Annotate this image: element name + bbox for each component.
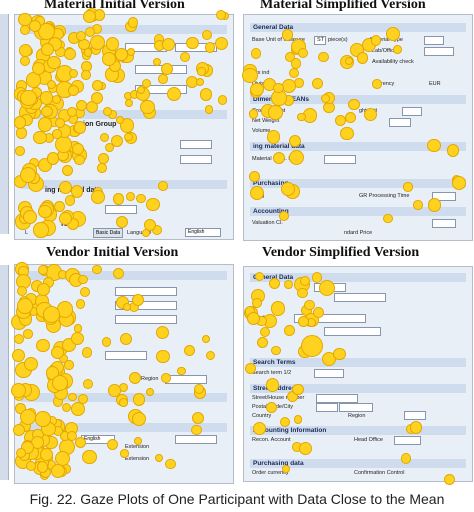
- label-region: Region: [141, 376, 159, 382]
- field: [175, 43, 217, 52]
- field: [115, 315, 177, 324]
- label-confirmation: Confirmation Control: [354, 470, 405, 476]
- label-vendor: Vendor: [252, 315, 270, 321]
- label-lab-office: Lab/Office: [372, 48, 397, 54]
- label-division: Division: [252, 81, 272, 87]
- material-initial-panel: ion Group ing material data Texts L Basi…: [14, 14, 234, 240]
- label-material-pack: Material Pack. Mat.: [252, 156, 300, 162]
- label-tax: Tax ind: [252, 70, 270, 76]
- label-texts: Texts: [60, 221, 78, 228]
- label-order-currency: Order currency: [252, 470, 289, 476]
- left-edge-strip-2: [0, 265, 9, 480]
- label-standard-price: ndard Price: [344, 230, 373, 236]
- label-postal: Postal Code/City: [252, 404, 293, 410]
- label-language: Language: [127, 230, 152, 236]
- field: [180, 140, 212, 149]
- field: [316, 394, 358, 403]
- section-purchasing: Purchasing: [250, 179, 466, 188]
- field: [432, 219, 456, 228]
- field: [394, 436, 421, 445]
- label-recon-account: Recon. Account: [252, 437, 291, 443]
- label-region: Region: [348, 413, 366, 419]
- left-edge-strip: [0, 14, 9, 234]
- field: [334, 293, 386, 302]
- field: [424, 47, 454, 56]
- field: [105, 205, 137, 214]
- section-ing-material-data: ing material data: [250, 142, 466, 151]
- field: [135, 85, 187, 94]
- label-eur: EUR: [429, 81, 441, 87]
- field: [404, 411, 426, 420]
- label-material-type: Material Type: [370, 37, 403, 43]
- field: [314, 369, 344, 378]
- label-weight-unit: ght unit: [359, 108, 378, 114]
- material-simplified-panel: General Data Base Unit of Measure ST pie…: [243, 14, 473, 241]
- section-street-address: Street Address: [250, 384, 466, 393]
- section-search-terms: Search Terms: [250, 358, 466, 367]
- field: [105, 351, 147, 360]
- label-head-office: Head Office: [354, 437, 383, 443]
- section-header-1: [21, 25, 227, 34]
- section-accounting-info: Accounting Information: [250, 426, 466, 435]
- section-dimensions: Dimensions/EANs: [250, 95, 466, 104]
- language-select[interactable]: English: [81, 435, 115, 444]
- label-extension-2: Extension: [125, 456, 150, 462]
- vendor-initial-title: Vendor Initial Version: [46, 245, 179, 260]
- basic-data-button[interactable]: Basic Data: [93, 228, 124, 238]
- material-initial-title: Material Initial Version: [44, 0, 185, 12]
- section-header-1: [21, 271, 227, 280]
- section-purchasing-data: Purchasing data: [250, 459, 466, 468]
- label-ing-material-data: ing material data: [45, 187, 101, 194]
- vendor-simplified-panel: General Data Vendor Search Terms Search …: [243, 266, 473, 482]
- vendor-initial-panel: Region English Extension Extension: [14, 264, 234, 484]
- section-general-data: General Data: [250, 23, 466, 32]
- field: [324, 327, 381, 336]
- section-header-2: [21, 110, 227, 119]
- label-pieces: piece(s): [328, 37, 348, 43]
- label-ion-group: ion Group: [83, 121, 117, 128]
- field: [314, 283, 346, 292]
- field: [316, 403, 338, 412]
- field: [180, 155, 212, 164]
- field: [125, 43, 167, 52]
- field: [339, 403, 373, 412]
- label-volume: Volume: [252, 128, 271, 134]
- label-currency: Currency: [372, 81, 395, 87]
- label-st: ST: [317, 37, 325, 43]
- label-base-unit: Base Unit of Measure: [252, 37, 305, 43]
- field: [175, 435, 217, 444]
- section-general-data: General Data: [250, 273, 466, 282]
- field: [432, 192, 456, 201]
- field: [424, 36, 444, 45]
- section-accounting: Accounting: [250, 207, 466, 216]
- label-valuation: Valuation Cl.: [252, 220, 283, 226]
- vendor-simplified-title: Vendor Simplified Version: [262, 245, 420, 260]
- figure-caption: Fig. 22. Gaze Plots of One Participant w…: [29, 491, 445, 507]
- field: [165, 375, 207, 384]
- field: [294, 314, 366, 323]
- label-availability: Availability check: [372, 59, 414, 65]
- label-extension: Extension: [125, 444, 150, 450]
- material-simplified-title: Material Simplified Version: [260, 0, 426, 12]
- label-gr-processing: GR Processing Time: [359, 193, 410, 199]
- label-search-term: Search term 1/2: [252, 370, 292, 376]
- label-street: Street/House number: [252, 395, 305, 401]
- label-long: Long: [252, 193, 265, 199]
- label-country: Country: [252, 413, 272, 419]
- field: [324, 155, 356, 164]
- field: [115, 287, 177, 296]
- label-gross-weight: Gross Weight: [252, 108, 286, 114]
- field: [115, 301, 177, 310]
- section-header-3: [21, 423, 227, 432]
- field: [389, 118, 411, 127]
- section-header-2: [21, 393, 227, 402]
- language-select[interactable]: English: [185, 228, 221, 237]
- field: [135, 65, 187, 74]
- label-language-caption: L: [25, 230, 29, 236]
- field: [402, 107, 422, 116]
- label-net-weight: Net Weight: [252, 118, 280, 124]
